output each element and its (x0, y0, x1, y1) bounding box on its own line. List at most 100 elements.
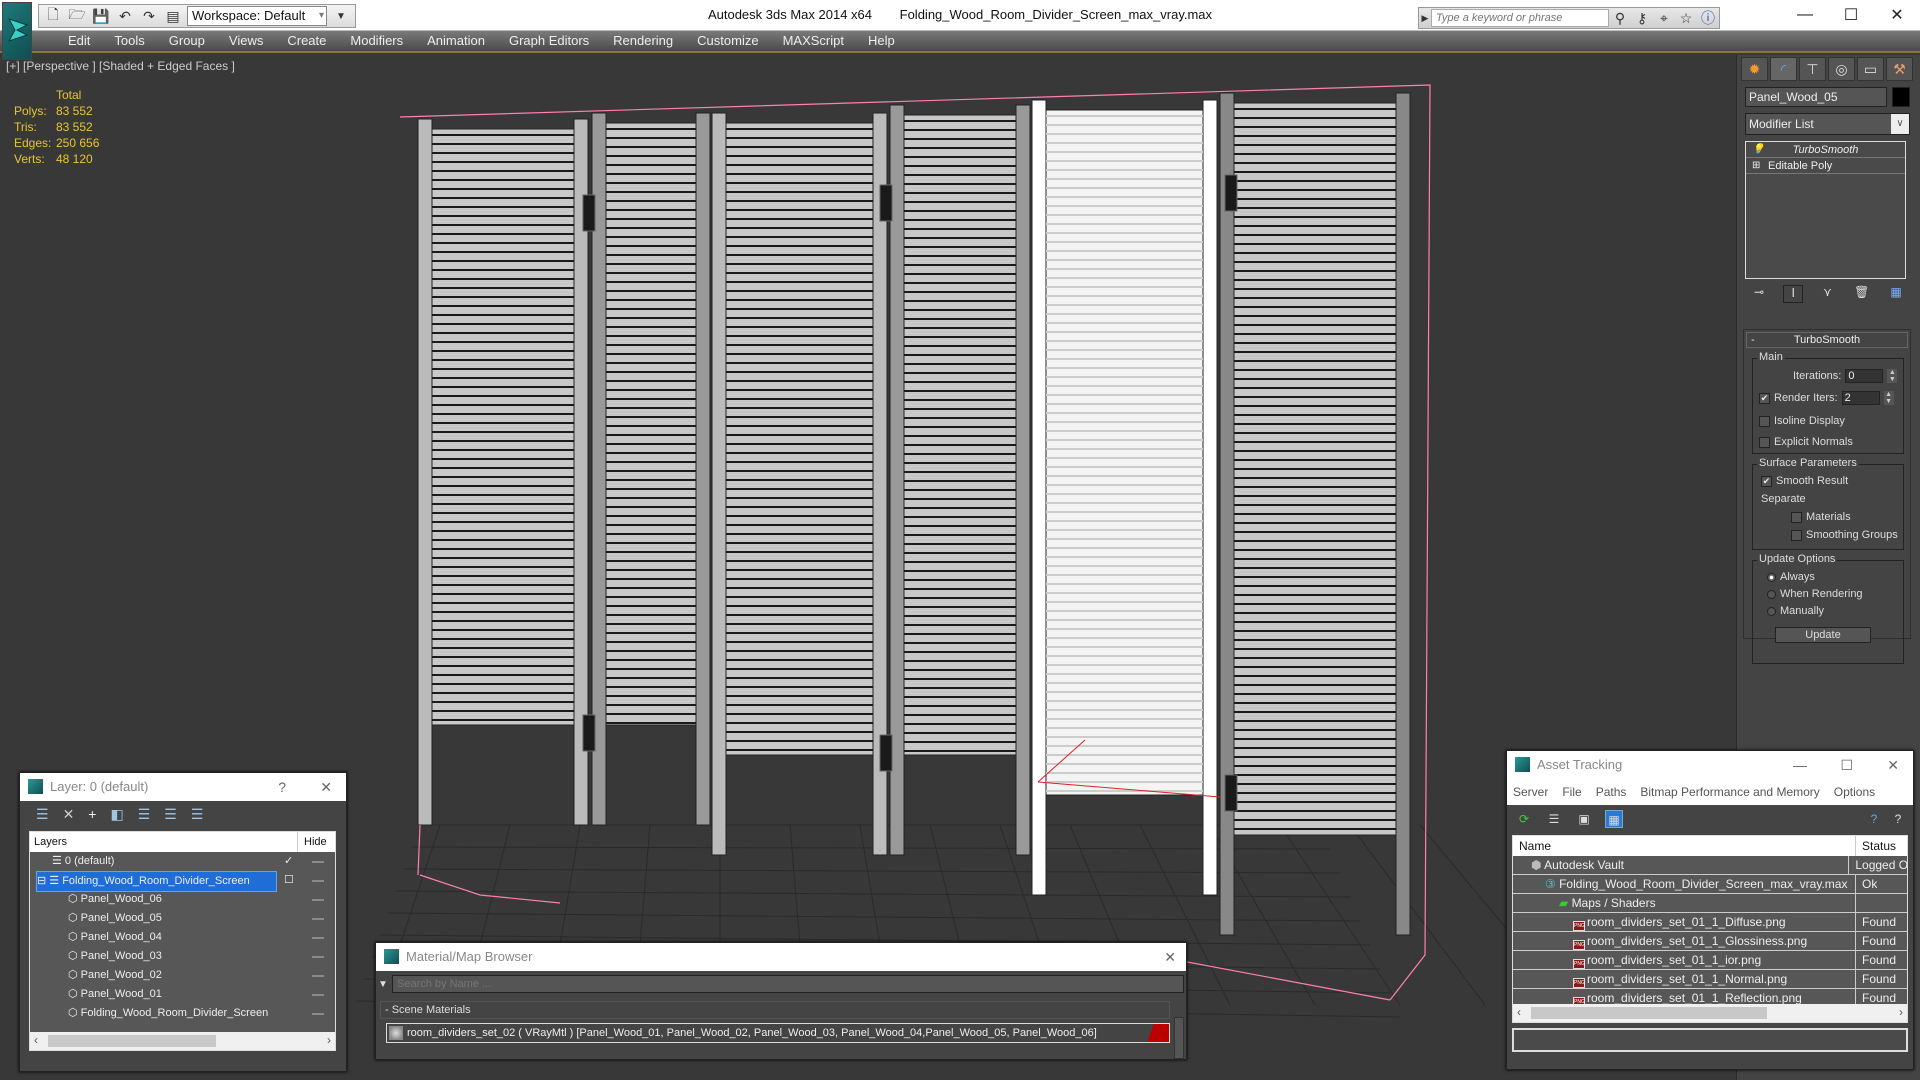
menu-animation[interactable]: Animation (415, 31, 497, 51)
layer-object-row[interactable]: ⬡ Panel_Wood_02 (30, 966, 335, 985)
scroll-thumb[interactable] (1531, 1007, 1767, 1019)
hide-toggle[interactable] (312, 861, 324, 863)
dialog-titlebar[interactable]: Material/Map Browser ✕ (376, 943, 1186, 971)
list-view-icon[interactable]: ☰ (1545, 810, 1563, 828)
layer-name[interactable]: ⬡ Panel_Wood_02 (68, 966, 162, 985)
asset-row[interactable]: ▰ Maps / Shaders (1513, 894, 1907, 913)
spinner-arrows-icon[interactable]: ▲ ▼ (1883, 391, 1894, 405)
col-status[interactable]: Status (1856, 836, 1896, 856)
collapse-icon[interactable]: ⊟ (37, 875, 49, 887)
dialog-titlebar[interactable]: Layer: 0 (default) ? ✕ (20, 773, 346, 801)
expand-arrow-icon[interactable]: ▶ (1419, 13, 1431, 24)
always-radio[interactable] (1767, 572, 1776, 582)
motion-tab-icon[interactable]: ◎ (1828, 57, 1855, 81)
menu-bitmap-performance[interactable]: Bitmap Performance and Memory (1640, 779, 1819, 805)
minimize-button[interactable]: — (1793, 751, 1807, 779)
explicit-normals-checkbox[interactable] (1759, 436, 1770, 448)
pin-stack-icon[interactable]: ⊸ (1749, 285, 1769, 303)
spinner-arrows-icon[interactable]: ▲ ▼ (1887, 369, 1898, 383)
layer-object-row[interactable]: ⬡ Panel_Wood_03 (30, 947, 335, 966)
lightbulb-icon[interactable]: 💡 (1752, 142, 1764, 158)
create-tab-icon[interactable]: ✹ (1741, 57, 1768, 81)
layer-name[interactable]: ⬡ Panel_Wood_06 (68, 890, 162, 909)
menu-paths[interactable]: Paths (1596, 779, 1627, 805)
workspace-dropdown[interactable]: Workspace: Default ▾ (187, 6, 327, 26)
manually-radio[interactable] (1767, 606, 1776, 616)
stack-item-turbosmooth[interactable]: 💡 TurboSmooth (1746, 142, 1905, 158)
layer-name[interactable]: ⬡ Panel_Wood_01 (68, 985, 162, 1004)
asset-row[interactable]: PNG room_dividers_set_01_1_ior.png Found (1513, 951, 1907, 970)
asset-row[interactable]: ③ Folding_Wood_Room_Divider_Screen_max_v… (1513, 875, 1907, 894)
asset-row[interactable]: PNG room_dividers_set_01_1_Diffuse.png Fou… (1513, 913, 1907, 932)
viewport-label[interactable]: [+] [Perspective ] [Shaded + Edged Faces… (6, 59, 235, 73)
layer-properties-icon[interactable]: ☰ (191, 806, 204, 823)
menu-rendering[interactable]: Rendering (601, 31, 685, 51)
keyword-search-input[interactable] (1431, 9, 1609, 27)
hide-toggle[interactable] (312, 1013, 324, 1015)
col-layers[interactable]: Layers (30, 832, 298, 852)
layer-name[interactable]: ⬡ Folding_Wood_Room_Divider_Screen (68, 1004, 268, 1023)
layer-object-row[interactable]: ⬡ Panel_Wood_05 (30, 909, 335, 928)
scroll-left-icon[interactable]: ‹ (34, 1033, 38, 1047)
hide-toggle[interactable] (312, 956, 324, 958)
star-icon[interactable]: ☆ (1675, 10, 1697, 27)
satellite-icon[interactable]: ⌖ (1653, 10, 1675, 27)
asset-row[interactable]: PNG room_dividers_set_01_1_Glossiness.png… (1513, 932, 1907, 951)
layer-object-row[interactable]: ⬡ Panel_Wood_04 (30, 928, 335, 947)
object-color-swatch[interactable] (1892, 87, 1910, 107)
col-name[interactable]: Name (1513, 836, 1856, 856)
stack-item-editable-poly[interactable]: ⊞ Editable Poly (1746, 158, 1905, 174)
layer-name[interactable]: ⬡ Panel_Wood_04 (68, 928, 162, 947)
render-iters-checkbox[interactable]: ✔ (1759, 392, 1770, 404)
hide-toggle[interactable] (312, 994, 324, 996)
scroll-right-icon[interactable]: › (1899, 1005, 1903, 1019)
menu-views[interactable]: Views (217, 31, 275, 51)
new-layer-icon[interactable]: ☰ (36, 806, 49, 823)
scroll-right-icon[interactable]: › (327, 1033, 331, 1047)
open-folder-icon[interactable]: 🗁 (67, 6, 87, 25)
show-end-result-icon[interactable]: Ⅰ (1783, 285, 1804, 303)
display-tab-icon[interactable]: ▭ (1857, 57, 1884, 81)
key-icon[interactable]: ⚷ (1631, 10, 1653, 27)
thumbnail-view-icon[interactable]: ▣ (1575, 810, 1593, 828)
layer-name[interactable]: ⬡ Panel_Wood_05 (68, 909, 162, 928)
maximize-button[interactable]: ☐ (1840, 751, 1853, 779)
select-layer-icon[interactable]: ☰ (138, 806, 151, 823)
update-button[interactable]: Update (1775, 627, 1871, 643)
search-by-name-input[interactable] (392, 975, 1184, 993)
toolbar-overflow-icon[interactable]: ▼ (331, 7, 351, 25)
current-layer-toggle[interactable]: ☐ (284, 871, 294, 890)
render-iters-spinner[interactable]: 2 (1841, 391, 1880, 405)
menu-edit[interactable]: Edit (56, 31, 102, 51)
menu-modifiers[interactable]: Modifiers (338, 31, 415, 51)
undo-icon[interactable]: ↶ (115, 7, 135, 25)
layer-object-row[interactable]: ⬡ Folding_Wood_Room_Divider_Screen (30, 1004, 335, 1023)
horizontal-scrollbar[interactable]: ‹ › (1513, 1004, 1907, 1022)
layer-object-row[interactable]: ⬡ Panel_Wood_01 (30, 985, 335, 1004)
current-layer-check-icon[interactable]: ✓ (284, 852, 293, 871)
utilities-tab-icon[interactable]: ⚒ (1886, 57, 1913, 81)
menu-server[interactable]: Server (1513, 779, 1548, 805)
close-button[interactable]: ✕ (1164, 943, 1176, 971)
menu-customize[interactable]: Customize (685, 31, 770, 51)
smooth-result-checkbox[interactable]: ✔ (1761, 475, 1772, 487)
configure-sets-icon[interactable]: ▦ (1886, 285, 1906, 303)
smoothing-groups-checkbox[interactable] (1791, 529, 1802, 541)
horizontal-scrollbar[interactable]: ‹ › (30, 1032, 335, 1050)
scroll-left-icon[interactable]: ‹ (1517, 1005, 1521, 1019)
menu-create[interactable]: Create (275, 31, 338, 51)
hide-toggle[interactable] (312, 918, 324, 920)
col-hide[interactable]: Hide (298, 832, 327, 852)
scene-materials-group[interactable]: - Scene Materials (380, 1001, 1170, 1019)
materials-checkbox[interactable] (1791, 511, 1802, 523)
layer-object-row[interactable]: ⬡ Panel_Wood_06 (30, 890, 335, 909)
save-icon[interactable]: 💾 (91, 7, 111, 25)
close-button[interactable]: ✕ (1887, 751, 1899, 779)
filter-icon[interactable]: ▼ (378, 979, 392, 990)
layer-name[interactable]: ⬡ Panel_Wood_03 (68, 947, 162, 966)
app-menu-button[interactable] (2, 2, 32, 60)
maximize-button[interactable]: ☐ (1828, 0, 1874, 30)
asset-row[interactable]: PNG room_dividers_set_01_1_Normal.png Foun… (1513, 970, 1907, 989)
help-icon[interactable]: ? (1889, 810, 1907, 828)
menu-maxscript[interactable]: MAXScript (771, 31, 856, 51)
